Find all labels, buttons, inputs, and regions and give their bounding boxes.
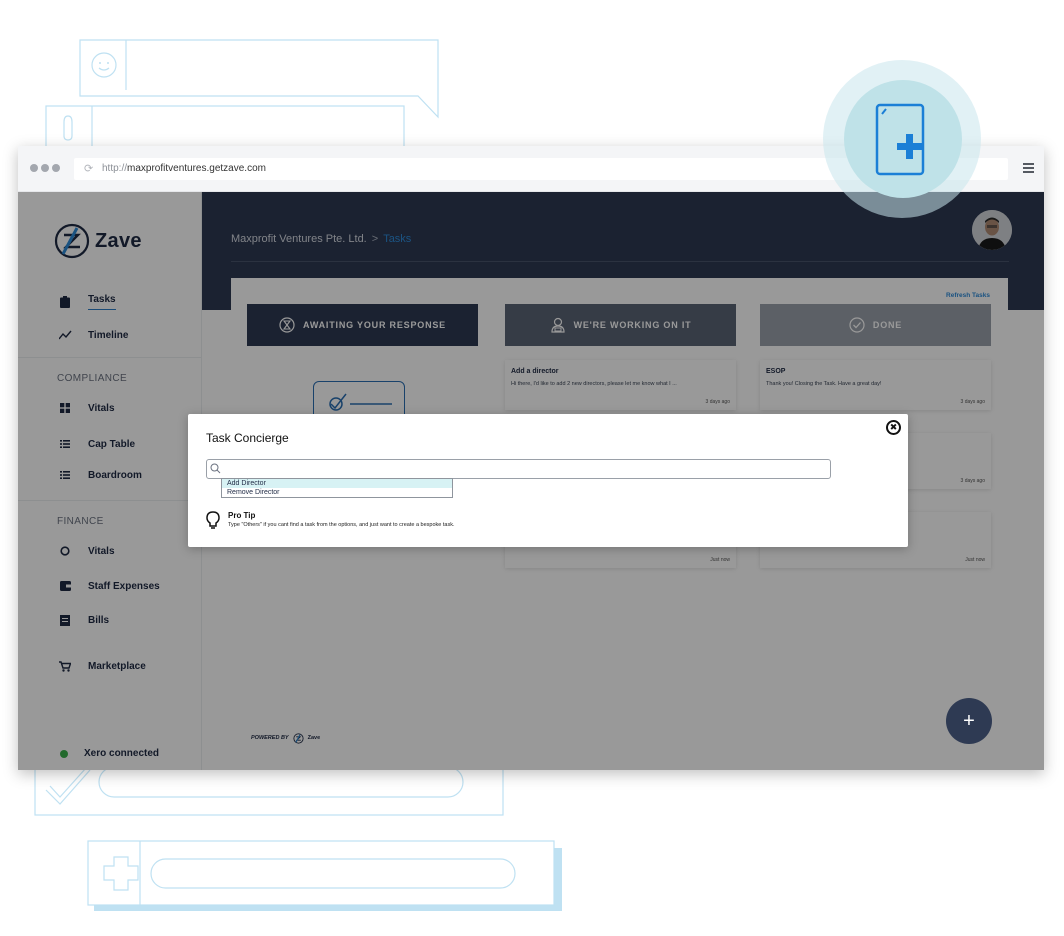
task-concierge-modal: Task Concierge ✖ Add Director Remove Dir… — [188, 414, 908, 547]
url-host: maxprofitventures.getzave.com — [127, 163, 266, 174]
reload-icon[interactable]: ⟳ — [84, 158, 93, 180]
url-protocol: http:// — [102, 163, 128, 174]
new-document-plus-icon — [875, 103, 925, 176]
pro-tip: Pro Tip Type "Others" if you cant find a… — [206, 511, 454, 529]
search-input[interactable] — [225, 462, 825, 476]
suggestion-add-director[interactable]: Add Director — [222, 479, 452, 488]
window-controls[interactable] — [30, 164, 60, 172]
modal-title: Task Concierge — [206, 431, 289, 445]
add-task-button[interactable]: + — [946, 698, 992, 744]
close-icon[interactable]: ✖ — [886, 420, 901, 435]
task-search-field[interactable] — [206, 459, 831, 479]
search-icon — [210, 463, 221, 474]
pro-tip-title: Pro Tip — [228, 511, 256, 520]
lightbulb-icon — [206, 511, 220, 529]
task-suggestions: Add Director Remove Director — [221, 478, 453, 498]
hamburger-menu-icon[interactable] — [1023, 163, 1034, 175]
pro-tip-body: Type "Others" if you cant find a task fr… — [228, 522, 455, 528]
suggestion-remove-director[interactable]: Remove Director — [222, 488, 452, 497]
